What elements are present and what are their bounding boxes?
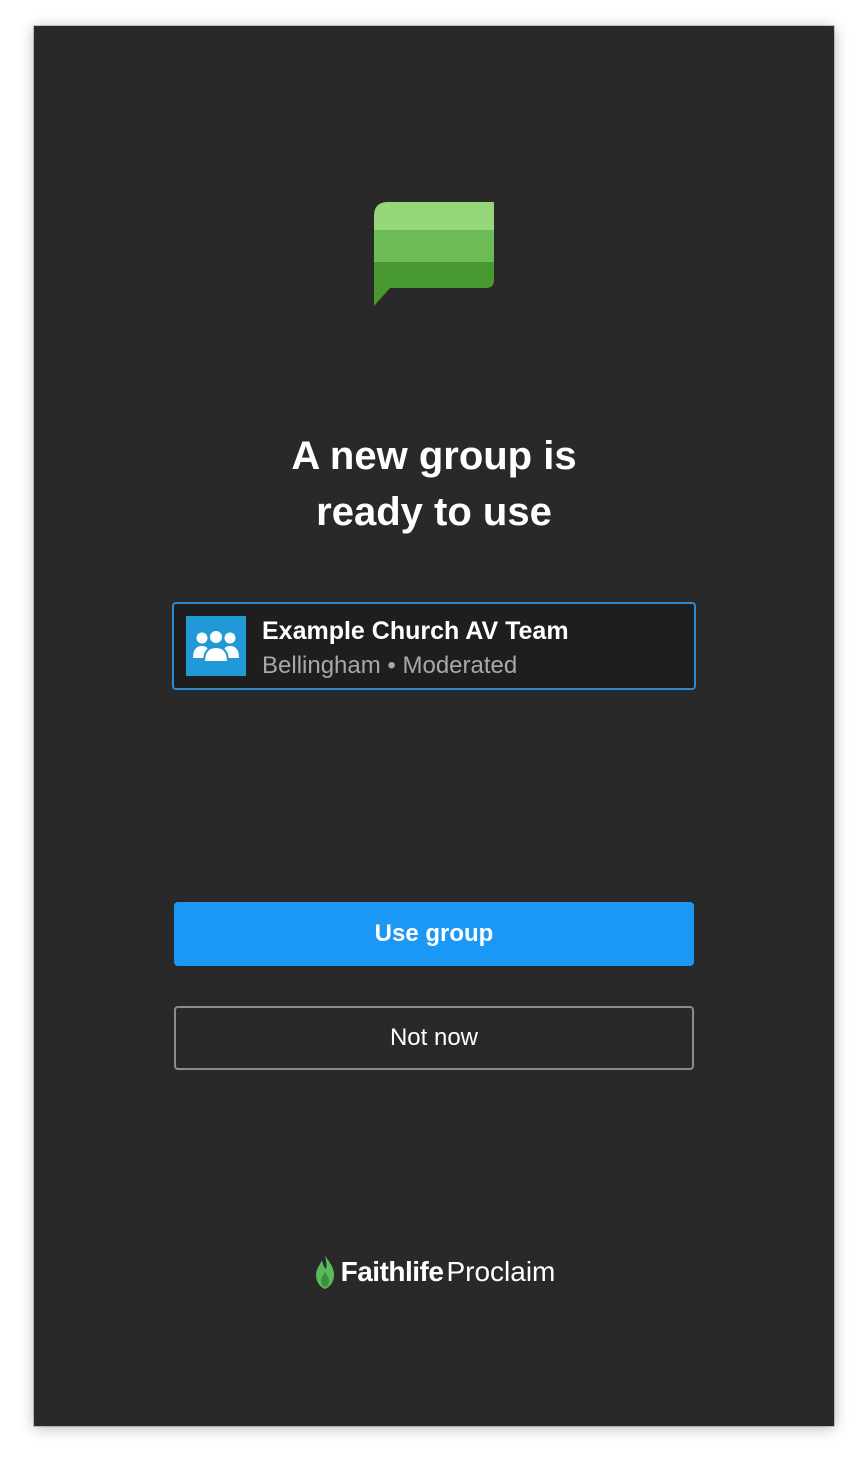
not-now-button[interactable]: Not now <box>174 1006 694 1070</box>
group-location: Bellingham <box>262 652 381 679</box>
chat-bubble-icon <box>374 202 494 306</box>
brand-name-light: Proclaim <box>446 1256 556 1287</box>
dialog-window: A new group is ready to use Example Chur… <box>34 26 834 1426</box>
group-card[interactable]: Example Church AV Team Bellingham • Mode… <box>172 602 696 690</box>
group-people-icon <box>193 629 239 663</box>
brand-logo: Faithlife Proclaim <box>34 1252 834 1292</box>
group-avatar <box>186 616 246 676</box>
brand-name-bold: Faithlife <box>340 1256 444 1287</box>
dialog-title-line-1: A new group is <box>291 434 577 478</box>
dialog-title: A new group is ready to use <box>34 428 834 540</box>
meta-separator: • <box>387 652 396 679</box>
use-group-button[interactable]: Use group <box>174 902 694 966</box>
group-meta: Bellingham • Moderated <box>262 650 517 682</box>
group-name: Example Church AV Team <box>262 617 569 645</box>
group-type: Moderated <box>402 652 518 679</box>
dialog-title-line-2: ready to use <box>316 490 552 534</box>
flame-icon <box>315 1255 334 1289</box>
